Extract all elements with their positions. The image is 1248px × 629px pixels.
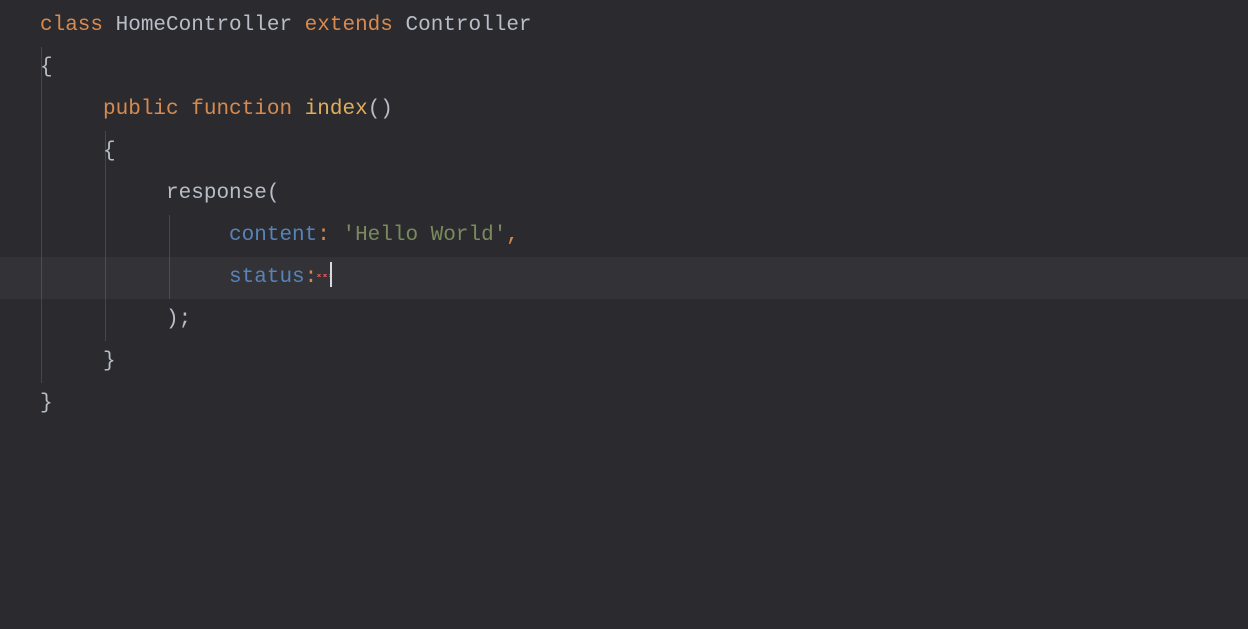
- text-cursor: [330, 262, 332, 287]
- code-line-active: status:: [0, 257, 1248, 299]
- code-line: public function index(): [40, 89, 1248, 131]
- code-line: response(: [40, 173, 1248, 215]
- brace-open: {: [40, 56, 53, 79]
- keyword-extends: extends: [305, 14, 393, 37]
- keyword-function: function: [191, 98, 292, 121]
- code-editor[interactable]: class HomeController extends Controller …: [0, 0, 1248, 624]
- colon: :: [305, 266, 318, 289]
- keyword-class: class: [40, 14, 103, 37]
- colon: :: [317, 224, 330, 247]
- paren-close-semi: );: [166, 308, 191, 331]
- code-line: );: [40, 299, 1248, 341]
- brace-close: }: [40, 392, 53, 415]
- code-line: }: [40, 341, 1248, 383]
- code-line: content: 'Hello World',: [40, 215, 1248, 257]
- code-line: {: [40, 47, 1248, 89]
- keyword-public: public: [103, 98, 179, 121]
- brace-close: }: [103, 350, 116, 373]
- string-literal: 'Hello World': [342, 224, 506, 247]
- method-name: index: [305, 98, 368, 121]
- comma: ,: [506, 224, 519, 247]
- brace-open: {: [103, 140, 116, 163]
- parent-class-name: Controller: [406, 14, 532, 37]
- paren-open: (: [267, 182, 280, 205]
- code-line: class HomeController extends Controller: [40, 5, 1248, 47]
- code-line: }: [40, 383, 1248, 425]
- function-call: response: [166, 182, 267, 205]
- class-name: HomeController: [116, 14, 292, 37]
- named-arg-content: content: [229, 224, 317, 247]
- method-parens: (): [368, 98, 393, 121]
- named-arg-status: status: [229, 266, 305, 289]
- code-line: {: [40, 131, 1248, 173]
